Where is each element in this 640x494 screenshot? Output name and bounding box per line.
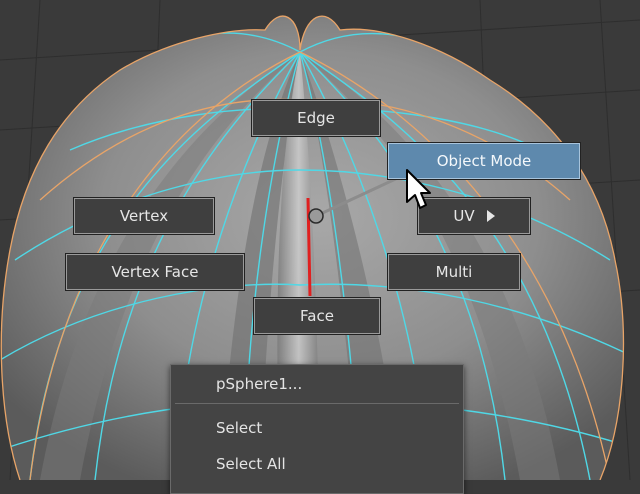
marking-menu-multi[interactable]: Multi — [388, 254, 520, 290]
context-menu-select-all[interactable]: Select All — [171, 449, 463, 479]
triangle-right-icon — [486, 210, 495, 222]
vertex-face-label: Vertex Face — [111, 263, 199, 281]
edge-label: Edge — [297, 109, 335, 127]
face-label: Face — [300, 307, 334, 325]
context-menu: pSphere1... Select Select All — [170, 364, 464, 494]
arrow-pointer-icon — [406, 169, 431, 209]
menu-divider — [175, 403, 459, 404]
select-label: Select — [216, 419, 263, 437]
marking-menu-edge[interactable]: Edge — [252, 100, 380, 136]
marking-menu-vertex-face[interactable]: Vertex Face — [66, 254, 244, 290]
multi-label: Multi — [435, 263, 473, 281]
context-menu-select[interactable]: Select — [171, 413, 463, 443]
object-name-label: pSphere1... — [216, 375, 303, 393]
select-all-label: Select All — [216, 455, 286, 473]
marking-menu-center-circle-icon — [308, 208, 324, 224]
marking-menu-vertex[interactable]: Vertex — [74, 198, 214, 234]
marking-menu-face[interactable]: Face — [254, 298, 380, 334]
object-mode-label: Object Mode — [436, 152, 532, 170]
vertex-label: Vertex — [119, 207, 169, 225]
context-menu-object-name[interactable]: pSphere1... — [171, 369, 463, 399]
marking-menu-uv[interactable]: UV — [418, 198, 530, 234]
uv-label: UV — [453, 207, 475, 225]
